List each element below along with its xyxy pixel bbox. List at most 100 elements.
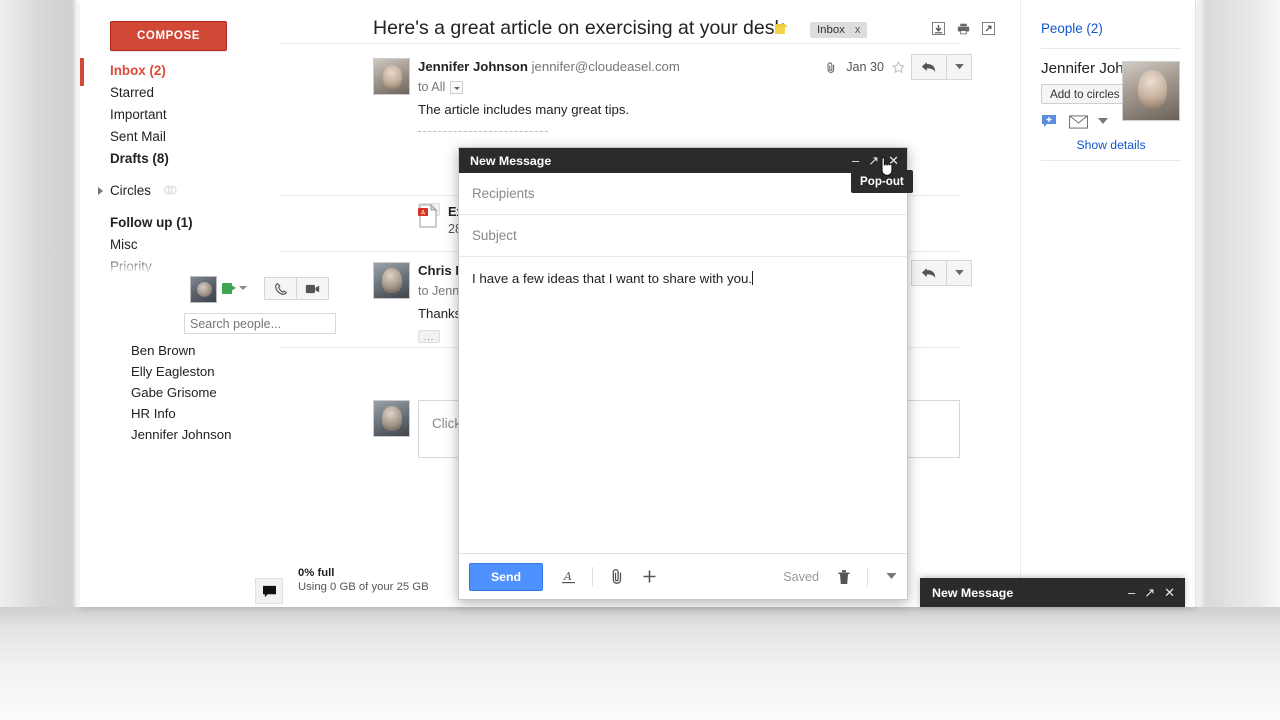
people-panel-title[interactable]: People (2) (1041, 21, 1103, 36)
my-avatar[interactable] (190, 276, 217, 303)
list-item[interactable]: Gabe Grisome (80, 382, 280, 403)
show-details-link[interactable]: Show details (1041, 138, 1181, 152)
message-more-button[interactable] (946, 54, 972, 80)
quote-divider (418, 131, 548, 132)
compose-button[interactable]: COMPOSE (110, 21, 227, 51)
message-reply-actions (911, 54, 972, 80)
chevron-down-icon (886, 573, 897, 580)
popout-icon[interactable]: ↗ (1144, 586, 1155, 599)
sidebar-item-label: Important (110, 107, 167, 122)
send-button[interactable]: Send (469, 563, 543, 591)
reply-button[interactable] (911, 260, 947, 286)
compose-header[interactable]: New Message – ↗ ✕ (459, 148, 907, 173)
label-chip-text: Inbox (817, 22, 845, 38)
list-item[interactable]: Elly Eagleston (80, 361, 280, 382)
sidebar: COMPOSE Inbox (2) Starred Important Sent… (80, 0, 280, 607)
minimize-icon[interactable]: – (1128, 586, 1135, 599)
close-icon[interactable]: x (855, 22, 861, 38)
divider (867, 567, 868, 587)
sidebar-item-follow-up[interactable]: Follow up (1) (80, 212, 280, 234)
trash-icon (837, 569, 851, 585)
close-icon[interactable]: ✕ (1164, 586, 1175, 599)
list-item[interactable]: HR Info (80, 403, 280, 424)
chat-bubble-icon (262, 585, 277, 598)
status-chevron-down-icon[interactable] (239, 286, 247, 290)
message-recipients: to All (418, 80, 463, 94)
plus-icon (642, 569, 657, 584)
folder-icon[interactable] (775, 23, 793, 36)
compose-window-controls: – ↗ ✕ (1128, 586, 1175, 599)
subject-field[interactable]: Subject (459, 215, 907, 257)
popout-icon[interactable] (982, 22, 995, 36)
sidebar-item-important[interactable]: Important (80, 104, 280, 126)
sidebar-item-sent-mail[interactable]: Sent Mail (80, 126, 280, 148)
chat-launch-button[interactable] (255, 578, 283, 604)
svg-text:A: A (563, 570, 572, 583)
list-item[interactable]: Jennifer Johnson (80, 424, 280, 445)
download-icon[interactable] (932, 22, 945, 36)
compose-title: New Message (932, 586, 1128, 600)
person-photo (1122, 61, 1180, 121)
avatar[interactable] (373, 58, 410, 95)
chevron-down-icon (955, 64, 964, 70)
sidebar-item-label: Starred (110, 85, 154, 100)
insert-more-button[interactable] (642, 569, 657, 584)
desktop-bottom-fade (0, 607, 1280, 720)
sidebar-item-label: Priority (110, 259, 152, 274)
compose-body-text: I have a few ideas that I want to share … (472, 271, 752, 286)
attach-file-button[interactable] (611, 568, 624, 585)
print-icon[interactable] (957, 22, 970, 36)
reply-avatar (373, 400, 410, 437)
compose-body[interactable]: I have a few ideas that I want to share … (459, 258, 907, 553)
message-from: Jennifer Johnson jennifer@cloudeasel.com (418, 59, 680, 74)
saved-status: Saved (783, 570, 819, 584)
discard-draft-button[interactable] (837, 569, 851, 585)
chevron-down-icon (955, 270, 964, 276)
video-status-icon[interactable] (222, 283, 237, 294)
message-more-button[interactable] (946, 260, 972, 286)
star-icon[interactable] (892, 61, 905, 74)
sidebar-spacer (80, 170, 280, 180)
recipients-field[interactable]: Recipients (459, 173, 907, 215)
minimize-icon[interactable]: – (852, 154, 859, 167)
chat-people-list: Ben Brown Elly Eagleston Gabe Grisome HR… (80, 340, 280, 445)
thread-header: Here's a great article on exercising at … (280, 0, 960, 44)
sidebar-item-inbox[interactable]: Inbox (2) (80, 60, 280, 82)
sidebar-item-label: Inbox (2) (110, 63, 166, 78)
sidebar-item-starred[interactable]: Starred (80, 82, 280, 104)
sidebar-item-misc[interactable]: Misc (80, 234, 280, 256)
list-item[interactable]: Ben Brown (80, 340, 280, 361)
sidebar-item-circles[interactable]: Circles (80, 180, 280, 202)
chevron-down-icon[interactable] (1098, 118, 1108, 125)
add-person-icon[interactable] (1041, 114, 1059, 129)
chevron-down-icon[interactable] (450, 81, 463, 94)
compose-title: New Message (470, 154, 852, 168)
to-label: to All (418, 80, 445, 94)
sidebar-item-priority[interactable]: Priority (80, 256, 280, 278)
email-icon[interactable] (1069, 115, 1088, 129)
avatar[interactable] (373, 262, 410, 299)
formatting-options-button[interactable]: A (561, 569, 576, 585)
sidebar-spacer-2 (80, 202, 280, 212)
sidebar-item-drafts[interactable]: Drafts (8) (80, 148, 280, 170)
sidebar-item-label: Follow up (1) (110, 215, 193, 230)
paperclip-icon (611, 568, 624, 585)
sender-name: Jennifer Johnson (418, 59, 528, 74)
paperclip-icon (824, 62, 838, 73)
subject-placeholder: Subject (472, 228, 517, 243)
compose-window: New Message – ↗ ✕ Recipients Subject I h… (458, 147, 908, 600)
compose-window-2[interactable]: New Message – ↗ ✕ (920, 578, 1185, 607)
add-to-circles-button[interactable]: Add to circles (1041, 84, 1129, 104)
compose-more-options-button[interactable] (886, 573, 897, 580)
label-chip-inbox[interactable]: Inbox x (810, 22, 867, 38)
reply-button[interactable] (911, 54, 947, 80)
circles-icon (163, 183, 177, 197)
person-actions (1041, 114, 1108, 129)
mouse-cursor (878, 156, 895, 178)
trimmed-content-button[interactable]: ... (418, 330, 440, 343)
divider (592, 567, 593, 587)
reply-arrow-icon (921, 267, 937, 280)
message-body: The article includes many great tips. (418, 102, 629, 117)
sidebar-nav: Inbox (2) Starred Important Sent Mail Dr… (80, 60, 280, 278)
sidebar-item-label: Circles (110, 183, 151, 198)
